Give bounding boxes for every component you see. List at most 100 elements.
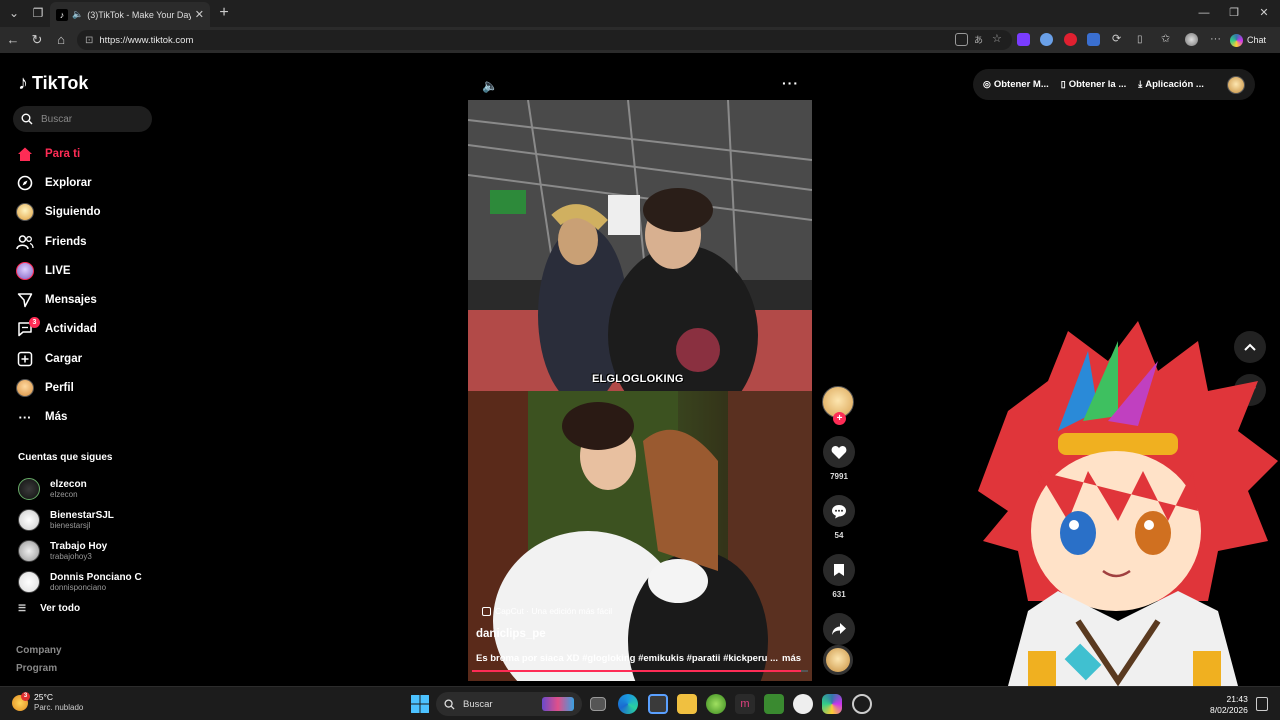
- heart-icon: [823, 436, 855, 468]
- nav-item-mas[interactable]: ··· Más: [16, 403, 156, 432]
- follow-plus-icon[interactable]: +: [833, 412, 846, 425]
- tab-audio-icon[interactable]: 🔈: [72, 9, 83, 20]
- favorite-star-icon[interactable]: ☆: [992, 33, 1005, 46]
- save-action[interactable]: 631: [820, 554, 858, 599]
- extension-blue-icon[interactable]: [1040, 33, 1053, 46]
- account-handle: trabajohoy3: [50, 551, 92, 561]
- search-input[interactable]: Buscar: [13, 106, 152, 132]
- close-tab-icon[interactable]: ✕: [195, 8, 204, 21]
- app-available-icon[interactable]: [955, 33, 968, 46]
- desktop-app-button[interactable]: ⤓ Aplicación ...: [1138, 79, 1204, 90]
- following-account-bienestarsjl[interactable]: BienestarSJL bienestarsjl: [18, 504, 158, 535]
- see-all-button[interactable]: ☰ Ver todo: [18, 603, 80, 614]
- edge-browser-icon[interactable]: [618, 694, 638, 714]
- nav-item-explorar[interactable]: Explorar: [16, 168, 156, 197]
- obs-app-icon[interactable]: [852, 694, 872, 714]
- video-progress-bar[interactable]: [472, 670, 808, 672]
- sidebar: ♪ TikTok Buscar Para ti Explorar Siguien…: [0, 53, 160, 686]
- address-bar[interactable]: ⊡ https://www.tiktok.com: [77, 30, 1012, 50]
- workspaces-icon[interactable]: ❐: [28, 4, 48, 22]
- more-dots-icon: ···: [18, 409, 32, 425]
- capcut-label[interactable]: CapCut · Una edición más fácil: [482, 606, 612, 616]
- video-top-image: [468, 100, 812, 391]
- task-view-icon[interactable]: [590, 697, 606, 711]
- friends-icon: [16, 233, 34, 251]
- clock-date: 8/02/2026: [1210, 705, 1248, 715]
- like-action[interactable]: 7991: [820, 436, 858, 481]
- nav-item-para-ti[interactable]: Para ti: [16, 139, 156, 168]
- translate-icon[interactable]: あ: [974, 33, 987, 46]
- back-icon[interactable]: ←: [4, 31, 22, 49]
- nav-item-live[interactable]: LIVE: [16, 256, 156, 285]
- search-icon: [444, 698, 455, 710]
- music-disc-avatar[interactable]: [823, 645, 853, 675]
- get-coins-button[interactable]: ◎ Obtener M...: [983, 79, 1049, 90]
- download-icon: ⤓: [1138, 79, 1143, 89]
- screen: { "browser": { "tab_title": "(3)TikTok -…: [0, 0, 1280, 720]
- extension-purple-icon[interactable]: [1017, 33, 1030, 46]
- user-avatar[interactable]: [1227, 75, 1245, 94]
- weather-widget[interactable]: 3 25°C Parc. nublado: [12, 691, 83, 713]
- home-icon[interactable]: ⌂: [52, 31, 70, 49]
- profile-avatar-icon[interactable]: [1185, 33, 1198, 46]
- weather-badge: 3: [21, 691, 30, 701]
- minimize-icon[interactable]: —: [1192, 3, 1216, 23]
- tiktok-note-icon: ♪: [18, 72, 28, 94]
- file-explorer-icon[interactable]: [677, 694, 697, 714]
- extension-translate-icon[interactable]: [1087, 33, 1100, 46]
- restore-icon[interactable]: ❐: [1222, 3, 1246, 23]
- nav-label: Más: [45, 411, 68, 424]
- following-account-elzecon[interactable]: elzecon elzecon: [18, 473, 158, 504]
- comment-action[interactable]: 54: [820, 495, 858, 540]
- main-nav: Para ti Explorar Siguiendo Friends LIVE …: [16, 139, 156, 432]
- browser-tab-tiktok[interactable]: ♪ 🔈 (3)TikTok - Make Your Day ✕: [50, 2, 210, 27]
- chat-app-icon[interactable]: [793, 694, 813, 714]
- following-account-donnis[interactable]: Donnis Ponciano Cdonnisponciano: [18, 566, 158, 597]
- split-screen-icon[interactable]: ▯: [1137, 33, 1150, 46]
- nav-label: Explorar: [45, 176, 92, 189]
- tab-actions-chevron-icon[interactable]: ⌄: [4, 4, 24, 22]
- footer-link-company[interactable]: Company: [16, 645, 62, 663]
- copilot-taskbar-icon[interactable]: [822, 694, 842, 714]
- favorites-icon[interactable]: ✩: [1161, 33, 1174, 46]
- close-window-icon[interactable]: ✕: [1252, 3, 1276, 23]
- get-app-button[interactable]: ▯ Obtener la ...: [1061, 79, 1127, 90]
- store-icon[interactable]: [648, 694, 668, 714]
- windows-start-icon[interactable]: [410, 694, 430, 714]
- notifications-icon[interactable]: [1256, 697, 1268, 711]
- tiktok-logo[interactable]: ♪ TikTok: [18, 72, 88, 95]
- site-info-icon[interactable]: ⊡: [85, 35, 93, 46]
- profile-avatar-icon: [16, 379, 34, 398]
- nav-label: Perfil: [45, 382, 74, 395]
- caption-more-button[interactable]: más: [782, 653, 801, 664]
- copilot-chat-button[interactable]: Chat: [1230, 31, 1276, 49]
- volume-icon[interactable]: 🔈: [482, 78, 498, 94]
- taskbar-search-placeholder: Buscar: [463, 698, 493, 710]
- account-avatar: [18, 477, 40, 500]
- video-options-icon[interactable]: ···: [782, 75, 799, 91]
- nav-label: Actividad: [45, 323, 97, 336]
- following-account-trabajohoy[interactable]: Trabajo Hoy trabajohoy3: [18, 535, 158, 566]
- refresh-icon[interactable]: ↻: [28, 31, 46, 49]
- nav-label: Para ti: [45, 147, 81, 160]
- taskbar-search-input[interactable]: Buscar: [436, 692, 582, 716]
- extensions-puzzle-icon[interactable]: ⟳: [1112, 33, 1125, 46]
- music-app-icon[interactable]: m: [735, 694, 755, 714]
- system-clock[interactable]: 21:43 8/02/2026: [1210, 694, 1248, 716]
- nav-item-friends[interactable]: Friends: [16, 227, 156, 256]
- extension-red-icon[interactable]: [1064, 33, 1077, 46]
- minecraft-icon[interactable]: [764, 694, 784, 714]
- footer-link-program[interactable]: Program: [16, 663, 62, 681]
- copilot-icon: [1230, 33, 1243, 47]
- new-tab-icon[interactable]: +: [214, 4, 234, 22]
- nav-item-perfil[interactable]: Perfil: [16, 373, 156, 402]
- video-player[interactable]: ELGLOGLOKING CapCut · Una edición más fá…: [468, 100, 812, 681]
- settings-more-icon[interactable]: ···: [1210, 33, 1223, 46]
- nav-item-siguiendo[interactable]: Siguiendo: [16, 198, 156, 227]
- nav-item-actividad[interactable]: 3 Actividad: [16, 315, 156, 344]
- creator-avatar[interactable]: +: [822, 386, 854, 425]
- game-app-icon[interactable]: [706, 694, 726, 714]
- nav-item-mensajes[interactable]: Mensajes: [16, 285, 156, 314]
- video-author[interactable]: daniclips_pe: [476, 628, 546, 640]
- nav-item-cargar[interactable]: Cargar: [16, 344, 156, 373]
